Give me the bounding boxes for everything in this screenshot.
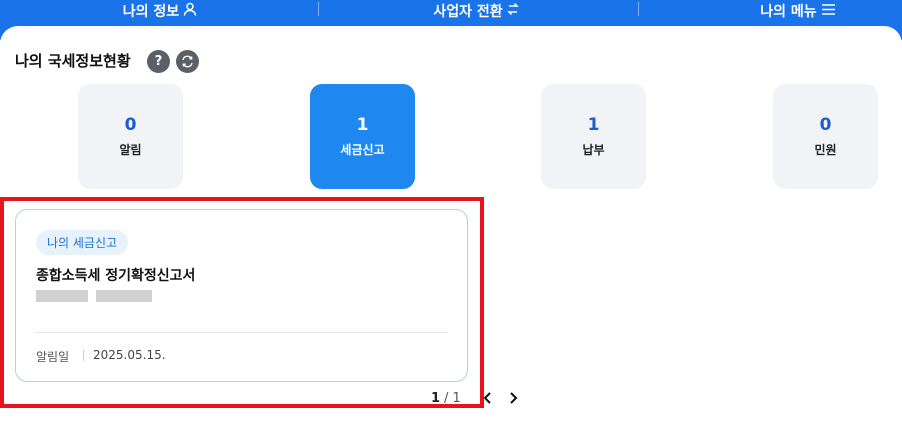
tile-payment[interactable]: 1 납부 (541, 84, 646, 189)
nav-business-switch[interactable]: 사업자 전환 (376, 0, 576, 22)
nav-divider (638, 2, 639, 16)
nav-my-info[interactable]: 나의 정보 (60, 0, 260, 22)
tile-count: 0 (819, 115, 832, 135)
nav-divider (318, 2, 319, 16)
tile-label: 세금신고 (340, 143, 385, 157)
nav-my-menu-label: 나의 메뉴 (760, 4, 817, 20)
section-title: 나의 국세정보현황 (15, 52, 131, 70)
tile-label: 민원 (814, 143, 837, 157)
highlight-box (0, 197, 484, 408)
tile-count: 0 (124, 115, 137, 135)
refresh-icon[interactable] (176, 50, 199, 73)
person-icon (183, 2, 197, 20)
page-separator: / (444, 391, 449, 406)
question-icon[interactable]: ? (147, 50, 170, 73)
content-panel-top (0, 26, 902, 56)
tile-alerts[interactable]: 0 알림 (78, 84, 183, 189)
switch-arrows-icon (506, 2, 519, 20)
tile-tax-filing[interactable]: 1 세금신고 (310, 84, 415, 189)
tile-label: 납부 (582, 143, 605, 157)
top-nav-bar: 나의 정보 사업자 전환 나의 메뉴 (0, 0, 902, 56)
chevron-right-icon[interactable] (508, 391, 518, 409)
nav-my-menu[interactable]: 나의 메뉴 (698, 0, 898, 22)
hamburger-menu-icon (821, 3, 836, 20)
page-current: 1 (431, 391, 441, 406)
nav-my-info-label: 나의 정보 (122, 4, 180, 20)
tile-label: 알림 (119, 143, 142, 157)
chevron-left-icon[interactable] (483, 391, 493, 409)
pagination: 1 / 1 (431, 391, 461, 406)
tile-count: 1 (356, 115, 369, 135)
nav-business-switch-label: 사업자 전환 (433, 4, 503, 20)
page-total: 1 (452, 391, 461, 406)
tile-count: 1 (587, 115, 600, 135)
tile-civil-petition[interactable]: 0 민원 (773, 84, 878, 189)
